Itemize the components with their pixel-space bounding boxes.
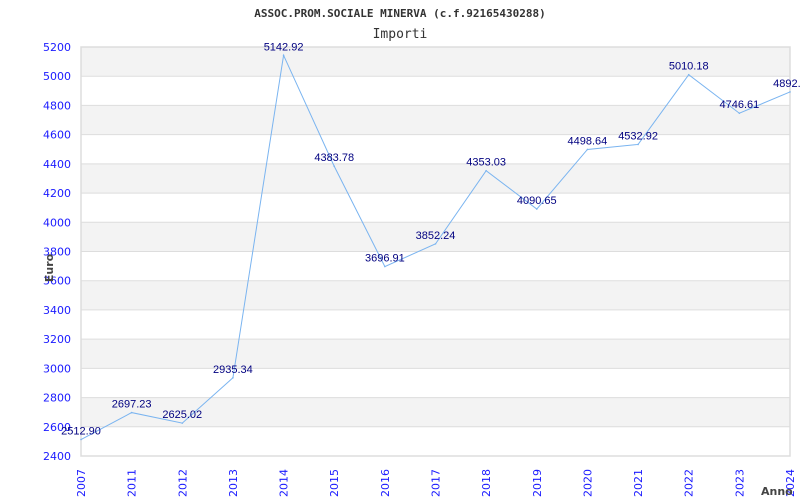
data-label: 4383.78 [314, 152, 354, 164]
chart-subtitle: Importi [373, 27, 428, 42]
data-point [181, 422, 184, 424]
y-tick-label: 5200 [43, 41, 71, 54]
data-label: 2935.34 [213, 364, 253, 376]
data-label: 4746.61 [719, 99, 759, 111]
y-tick-label: 2400 [43, 450, 71, 463]
y-tick-label: 2800 [43, 392, 71, 405]
data-label: 4892.5 [773, 78, 800, 90]
data-point [434, 243, 437, 245]
data-label: 2512.90 [61, 426, 101, 438]
x-tick-label: 2012 [176, 469, 189, 497]
y-axis-label: Euro [43, 253, 56, 282]
background-band [81, 280, 790, 310]
data-point [384, 265, 386, 268]
data-point [282, 54, 285, 57]
x-tick-label: 2017 [430, 469, 443, 497]
y-tick-label: 4400 [43, 158, 71, 171]
data-label: 3852.24 [416, 230, 456, 242]
data-label: 4353.03 [466, 157, 506, 169]
data-point [232, 377, 234, 379]
data-point [485, 169, 487, 172]
y-tick-label: 3400 [43, 304, 71, 317]
x-tick-label: 2019 [531, 469, 544, 497]
background-band [81, 76, 790, 106]
background-band [81, 251, 790, 281]
x-tick-label: 2022 [683, 469, 696, 497]
x-tick-label: 2014 [278, 469, 291, 497]
data-label: 5010.18 [669, 61, 709, 73]
data-point [535, 208, 538, 210]
y-tick-label: 4600 [43, 129, 71, 142]
x-tick-label: 2011 [126, 469, 139, 497]
y-tick-label: 4000 [43, 216, 71, 229]
data-point [637, 143, 639, 146]
y-tick-label: 4800 [43, 99, 71, 112]
x-tick-label: 2007 [75, 469, 88, 497]
y-tick-label: 3000 [43, 362, 71, 375]
data-point [586, 148, 589, 151]
data-label: 4498.64 [568, 135, 608, 147]
background-band [81, 309, 790, 340]
x-tick-label: 2013 [227, 469, 240, 497]
y-tick-label: 5000 [43, 70, 71, 83]
background-band [81, 426, 790, 456]
x-tick-label: 2023 [733, 469, 746, 497]
data-label: 2625.02 [162, 409, 202, 421]
data-label: 2697.23 [112, 399, 152, 411]
chart-title: ASSOC.PROM.SOCIALE MINERVA (c.f.92165430… [254, 7, 545, 20]
line-chart: ASSOC.PROM.SOCIALE MINERVA (c.f.92165430… [43, 7, 800, 498]
background-band [81, 193, 790, 223]
data-label: 3696.91 [365, 253, 405, 265]
data-label: 4532.92 [618, 130, 658, 142]
data-point [130, 411, 133, 414]
data-label: 5142.92 [264, 41, 304, 53]
x-tick-label: 2021 [632, 469, 645, 497]
data-point [738, 112, 741, 115]
x-tick-label: 2020 [581, 469, 594, 497]
data-point [687, 73, 690, 76]
data-point [80, 438, 82, 441]
data-label: 4090.65 [517, 195, 557, 207]
x-axis-label: Anno [761, 485, 793, 498]
data-point [333, 165, 336, 168]
data-point [789, 91, 791, 93]
y-tick-label: 4200 [43, 187, 71, 200]
background-band [81, 134, 790, 164]
x-tick-label: 2018 [480, 469, 493, 497]
background-band [81, 368, 790, 398]
y-tick-label: 3200 [43, 333, 71, 346]
background-band [81, 339, 790, 369]
x-tick-label: 2015 [328, 469, 341, 497]
background-band [81, 105, 790, 135]
x-tick-label: 2016 [379, 469, 392, 497]
background-band [81, 163, 790, 194]
